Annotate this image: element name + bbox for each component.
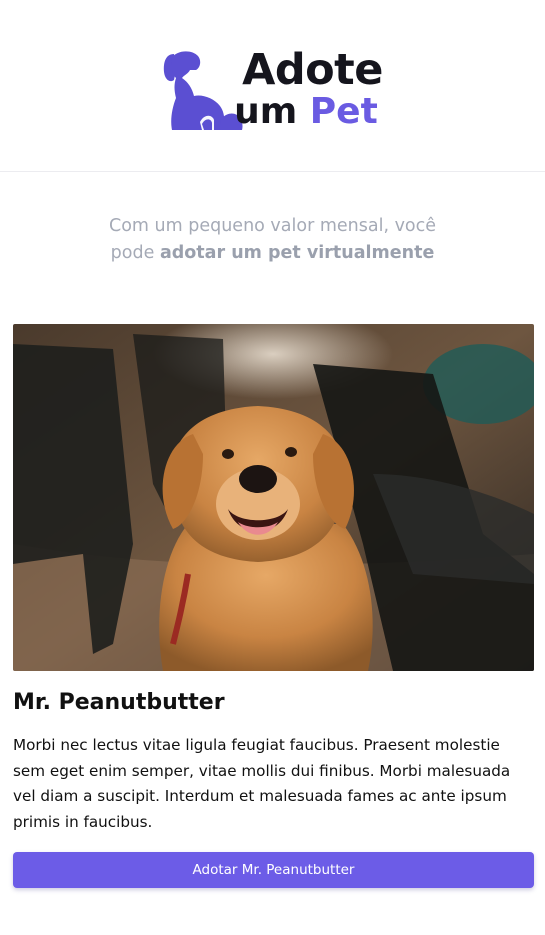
logo-word-pet: Pet <box>309 90 378 132</box>
page: Adote um Pet Com um pequeno valor mensal… <box>0 0 545 935</box>
adopt-button[interactable]: Adotar Mr. Peanutbutter <box>13 852 534 888</box>
intro-line-2-prefix: pode <box>110 243 155 263</box>
logo-text: Adote um Pet <box>234 44 383 132</box>
pet-name: Mr. Peanutbutter <box>13 690 225 715</box>
logo-word-um-pet: um Pet <box>234 90 383 132</box>
intro-text: Com um pequeno valor mensal, você pode a… <box>0 213 545 267</box>
golden-retriever-photo <box>13 324 534 671</box>
logo-word-adote: Adote <box>242 44 383 95</box>
dog-silhouette-icon <box>163 50 243 130</box>
intro-line-1: Com um pequeno valor mensal, você <box>108 216 437 236</box>
site-header: Adote um Pet <box>0 0 545 172</box>
logo[interactable]: Adote um Pet <box>162 42 383 130</box>
logo-word-um: um <box>234 90 298 132</box>
intro-line-2-bold: adotar um pet virtualmente <box>159 243 435 263</box>
pet-description: Morbi nec lectus vitae ligula feugiat fa… <box>13 736 511 831</box>
